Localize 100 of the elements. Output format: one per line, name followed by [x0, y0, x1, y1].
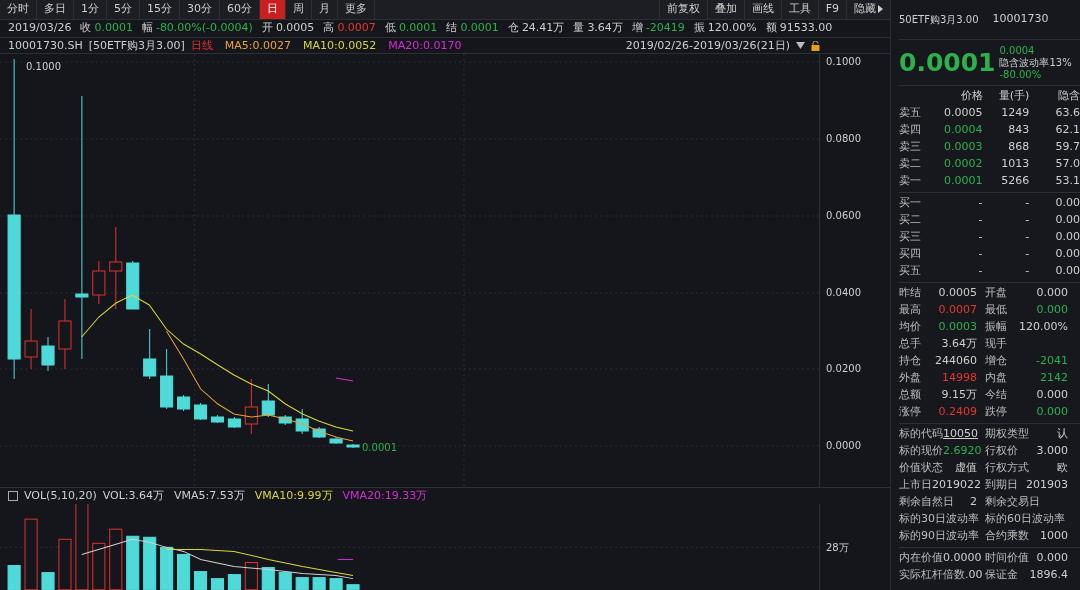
quote-value: 0.0005	[275, 20, 315, 37]
field-value: 认	[1057, 426, 1068, 443]
volume-bar	[295, 577, 309, 590]
candlestick	[143, 328, 157, 380]
field-value[interactable]: 10050	[943, 426, 978, 443]
order-level-label: 卖二	[899, 156, 922, 173]
lock-icon[interactable]	[811, 40, 820, 51]
volume-axis-label: 28万	[826, 542, 849, 554]
quote-value: 0.0001	[460, 20, 499, 37]
period-tab[interactable]: 周	[286, 0, 312, 19]
field-value: 2.6920	[943, 443, 982, 460]
field-label: 今结	[985, 387, 1007, 404]
field-label: 总手	[899, 336, 921, 353]
order-level-label: 买三	[899, 229, 922, 246]
period-tab[interactable]: 多日	[37, 0, 74, 19]
field-label: 标的60日波动率	[985, 511, 1065, 528]
field-value: 1000	[1040, 528, 1068, 545]
column-header: 价格	[959, 88, 983, 105]
field-value: 0.000	[1036, 387, 1068, 404]
order-volume: -	[1024, 195, 1030, 212]
period-tab[interactable]: 5分	[107, 0, 140, 19]
help-icon[interactable]	[8, 491, 18, 502]
field-label: 标的现价	[899, 443, 943, 460]
field-label: 最低	[985, 302, 1007, 319]
toolbar-button[interactable]: 叠加	[706, 0, 744, 19]
field-value: 3.64万	[941, 336, 977, 353]
field-label: 时间价值	[985, 550, 1029, 567]
field-value: .00	[965, 567, 983, 584]
volume-bar	[227, 574, 241, 590]
period-tab[interactable]: 15分	[140, 0, 180, 19]
quote-label: 开	[261, 20, 273, 37]
order-volume: -	[1024, 246, 1030, 263]
order-volume: 5266	[1000, 173, 1030, 190]
field-label: 标的代码	[899, 426, 943, 443]
volume-bar	[160, 547, 174, 590]
field-label: 外盘	[899, 370, 921, 387]
field-value: 0.2409	[938, 404, 977, 421]
candlestick	[92, 260, 106, 305]
volume-indicator: VOL:3.64万	[102, 488, 164, 505]
candlestick	[24, 308, 38, 370]
order-price: 0.0003	[943, 139, 983, 156]
field-label: 最高	[899, 302, 921, 319]
high-price-label: 0.1000	[26, 60, 61, 75]
period-tab[interactable]: 30分	[180, 0, 220, 19]
order-volume: -	[1024, 229, 1030, 246]
order-volume: 1249	[1000, 105, 1030, 122]
field-label: 到期日	[985, 477, 1018, 494]
field-label: 内在价值	[899, 550, 943, 567]
triangle-icon	[878, 5, 883, 14]
toolbar-button[interactable]: F9	[817, 0, 846, 19]
order-volume: 1013	[1000, 156, 1030, 173]
volume-bar	[312, 577, 326, 590]
field-label: 行权价	[985, 443, 1018, 460]
candlestick	[210, 414, 224, 424]
field-value: 244060	[935, 353, 977, 370]
quote-label: 低	[384, 20, 396, 37]
field-value: 2	[970, 494, 977, 511]
period-tab[interactable]: 日	[260, 0, 286, 19]
field-value: 0.0000	[943, 550, 982, 567]
toolbar-button[interactable]: 工具	[780, 0, 818, 19]
period-tab[interactable]: 分时	[0, 0, 37, 19]
symbol-code: 10001730.SH	[8, 37, 83, 54]
volume-indicator: VMA5:7.53万	[174, 488, 245, 505]
volume-bar	[346, 584, 360, 590]
toolbar-button[interactable]: 前复权	[658, 0, 707, 19]
order-price: -	[977, 263, 983, 280]
price-change-text: 隐含波动率13%	[999, 56, 1072, 69]
candlestick	[329, 436, 343, 445]
period-tab[interactable]: 更多	[338, 0, 375, 19]
volume-bar	[278, 572, 292, 590]
option-code: 10001730	[992, 11, 1049, 28]
field-label: 实际杠杆倍数	[899, 567, 965, 584]
field-label: 内盘	[985, 370, 1007, 387]
volume-bar	[143, 537, 157, 590]
volume-bar	[126, 536, 140, 590]
order-level-label: 卖三	[899, 139, 922, 156]
field-label: 振幅	[985, 319, 1007, 336]
implied-volatility: 0.00	[1054, 263, 1080, 280]
candlestick	[177, 394, 191, 412]
toolbar-button[interactable]: 画线	[743, 0, 781, 19]
order-price: 0.0002	[943, 156, 983, 173]
volume-bar	[41, 572, 55, 590]
quote-label: 额	[765, 20, 777, 37]
period-tab[interactable]: 1分	[74, 0, 107, 19]
price-axis-label: 0.0400	[826, 285, 862, 300]
quote-label: 仓	[507, 20, 519, 37]
implied-volatility: 53.1	[1054, 173, 1080, 190]
field-value: 3.000	[1036, 443, 1068, 460]
field-value: 201903	[1026, 477, 1068, 494]
order-price: -	[977, 229, 983, 246]
price-change-text: 0.0004	[999, 44, 1036, 57]
order-volume: 843	[1007, 122, 1030, 139]
triangle-icon[interactable]	[796, 42, 805, 50]
candlestick	[261, 383, 275, 418]
period-tab[interactable]: 月	[312, 0, 338, 19]
field-value: 0.0005	[938, 285, 977, 302]
indicator-label: MA20:0.0170	[388, 37, 462, 54]
quote-label: 幅	[141, 20, 153, 37]
current-price: 0.0001	[899, 46, 996, 79]
field-value: 14998	[942, 370, 977, 387]
